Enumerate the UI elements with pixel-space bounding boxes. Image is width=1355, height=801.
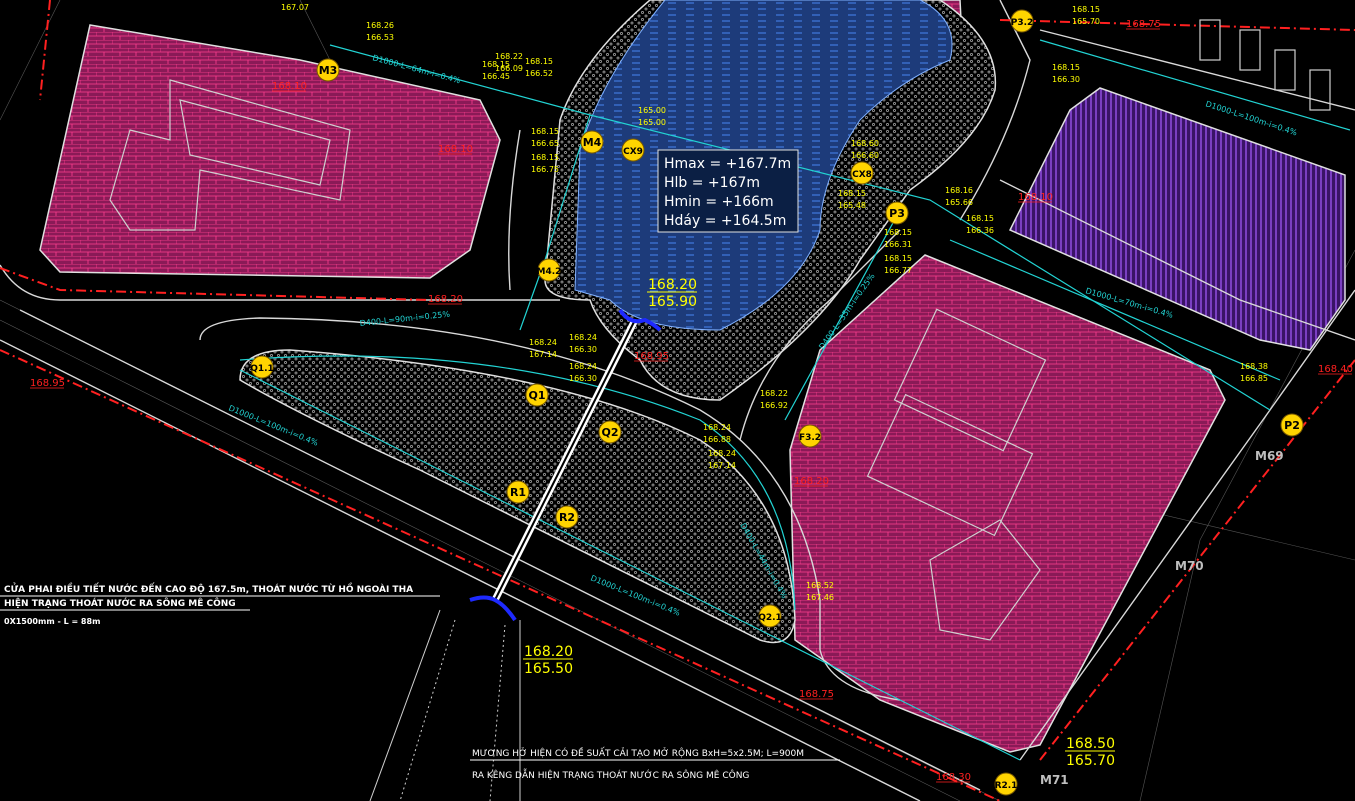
pipe-elevation-s45: 168.38	[1240, 362, 1268, 371]
pipe-elevation-s13: 168.15	[531, 153, 559, 162]
pipe-elevation-s6: 166.52	[525, 69, 553, 78]
pipe-elevation-s47: 167.07	[281, 3, 309, 12]
level-tag-t8: 168.40	[1318, 364, 1353, 375]
note-line3: 0X1500mm - L = 88m	[4, 617, 100, 626]
pipe-elevation-s7: 168.15	[482, 60, 510, 69]
culvert-bottom-elev-bottom: 165.50	[524, 661, 573, 677]
pipe-elevation-s12: 166.65	[531, 139, 559, 148]
node-label-q21: Q2.1	[758, 613, 782, 623]
level-tag-t9: 168.75	[1126, 19, 1161, 30]
node-label-m4: M4	[583, 136, 602, 149]
node-label-m42: M4.2	[537, 267, 562, 277]
pipe-elevation-s46: 166.85	[1240, 374, 1268, 383]
culvert-bottom-elev: 168.20 165.50	[523, 644, 573, 677]
pond-hmax: Hmax = +167.7m	[664, 156, 791, 172]
pipe-elevation-s15: 168.24	[529, 338, 557, 347]
pipe-elevation-s39: 168.60	[851, 139, 879, 148]
level-tag-t4: 168.20	[428, 294, 463, 305]
level-tag-t10: 168.75	[799, 689, 834, 700]
level-tag-t11: 168.30	[936, 772, 971, 783]
node-label-q1: Q1	[528, 389, 545, 402]
pipe-elevation-s1: 168.26	[366, 21, 394, 30]
node-label-f32: F3.2	[799, 433, 821, 443]
node-label-m3: M3	[319, 64, 338, 77]
pipe-elevation-s20: 166.30	[569, 374, 597, 383]
node-label-cx9: CX9	[623, 147, 643, 157]
pipe-elevation-s24: 167.14	[708, 461, 736, 470]
culvert-top-elev: 168.20 165.90	[647, 277, 697, 310]
pipe-elevation-s40: 166.60	[851, 151, 879, 160]
pond-info-box: Hmax = +167.7m Hlb = +167m Hmin = +166m …	[657, 149, 799, 233]
pipe-elevation-s5: 168.15	[525, 57, 553, 66]
manhole-label-m70: M70	[1175, 559, 1204, 573]
corner-se-elev-top: 168.50	[1066, 736, 1115, 752]
drainage-plan-drawing: Hmax = +167.7m Hlb = +167m Hmin = +166m …	[0, 0, 1355, 801]
level-tag-t1: 168.10	[272, 81, 307, 92]
manhole-label-m71: M71	[1040, 773, 1069, 787]
pipe-elevation-s42: 165.70	[1072, 17, 1100, 26]
notes-canal: MƯƠNG HỞ HIỆN CÓ ĐỀ SUẤT CẢI TẠO MỞ RỘNG…	[470, 746, 840, 781]
level-tag-t5: 168.95	[634, 351, 669, 362]
node-label-cx8: CX8	[852, 170, 872, 180]
pipe-elevation-s36: 166.36	[966, 226, 994, 235]
pipe-elevation-s26: 166.92	[760, 401, 788, 410]
canal-note-2: RA KÊNG DẪN HIỆN TRẠNG THOÁT NƯỚC RA SÔN…	[472, 768, 749, 781]
pipe-elevation-s2: 166.53	[366, 33, 394, 42]
culvert-top-elev-top: 168.20	[648, 277, 697, 293]
pipe-elevation-s17: 168.24	[569, 333, 597, 342]
pipe-elevation-s11: 168.15	[531, 127, 559, 136]
notes-left: CỬA PHAI ĐIỀU TIẾT NƯỚC ĐẾN CAO ĐỘ 167.5…	[0, 582, 440, 626]
canal-note-1: MƯƠNG HỞ HIỆN CÓ ĐỀ SUẤT CẢI TẠO MỞ RỘNG…	[472, 746, 804, 759]
node-label-q11: Q1.1	[250, 364, 274, 374]
level-tag-t6: 168.95	[30, 378, 65, 389]
pond-hmin: Hmin = +166m	[664, 194, 774, 210]
pipe-elevation-s32: 166.77	[884, 266, 912, 275]
pipe-elevation-s38: 165.48	[838, 201, 866, 210]
pipe-elevation-s30: 166.31	[884, 240, 912, 249]
level-tag-t2: 168.10	[438, 144, 473, 155]
pipe-elevation-s10: 165.00	[638, 118, 666, 127]
pipe-elevation-s44: 166.30	[1052, 75, 1080, 84]
pipe-elevation-s22: 166.88	[703, 435, 731, 444]
pipe-spec-pl2: D400-L=90m-i=0.25%	[359, 310, 451, 328]
level-tag-t3: 168.10	[1018, 192, 1053, 203]
note-line1: CỬA PHAI ĐIỀU TIẾT NƯỚC ĐẾN CAO ĐỘ 167.5…	[4, 582, 413, 595]
pipe-elevation-s9: 165.00	[638, 106, 666, 115]
pipe-elevation-s41: 168.15	[1072, 5, 1100, 14]
node-label-p3: P3	[889, 207, 905, 220]
pipe-elevation-s8: 166.45	[482, 72, 510, 81]
pond-hday: Hdáy = +164.5m	[664, 213, 786, 229]
pipe-elevation-s28: 167.46	[806, 593, 834, 602]
pipe-elevation-s16: 167.14	[529, 350, 557, 359]
pipe-elevation-s29: 168.15	[884, 228, 912, 237]
node-label-r2: R2	[559, 511, 575, 524]
pipe-elevation-s19: 168.24	[569, 362, 597, 371]
pipe-elevation-s18: 166.30	[569, 345, 597, 354]
level-tag-t7: 168.20	[794, 476, 829, 487]
pipe-elevation-s23: 168.24	[708, 449, 736, 458]
pipe-elevation-s34: 165.66	[945, 198, 973, 207]
manhole-label-m69: M69	[1255, 449, 1284, 463]
pipe-elevation-s33: 168.16	[945, 186, 973, 195]
corner-se-elev-bottom: 165.70	[1066, 753, 1115, 769]
node-label-p2: P2	[1284, 419, 1300, 432]
node-label-r1: R1	[510, 486, 526, 499]
pipe-elevation-s31: 168.15	[884, 254, 912, 263]
pipe-elevation-s14: 166.75	[531, 165, 559, 174]
pipe-elevation-s35: 168.15	[966, 214, 994, 223]
pipe-elevation-s25: 168.22	[760, 389, 788, 398]
culvert-bottom-elev-top: 168.20	[524, 644, 573, 660]
pipe-elevation-s21: 168.24	[703, 423, 731, 432]
node-label-r21: R2.1	[995, 781, 1018, 791]
culvert-top-elev-bottom: 165.90	[648, 294, 697, 310]
pipe-elevation-s37: 168.15	[838, 189, 866, 198]
pipe-elevation-s27: 168.52	[806, 581, 834, 590]
lot-northwest	[39, 24, 501, 279]
pipe-elevation-s43: 168.15	[1052, 63, 1080, 72]
node-label-p32: P3.2	[1011, 18, 1034, 28]
corner-se-elev: 168.50 165.70	[1065, 736, 1115, 769]
pond-hlb: Hlb = +167m	[664, 175, 760, 191]
node-label-q2: Q2	[601, 426, 618, 439]
note-line2: HIỆN TRẠNG THOÁT NƯỚC RA SÔNG MÊ CÔNG	[4, 597, 236, 609]
